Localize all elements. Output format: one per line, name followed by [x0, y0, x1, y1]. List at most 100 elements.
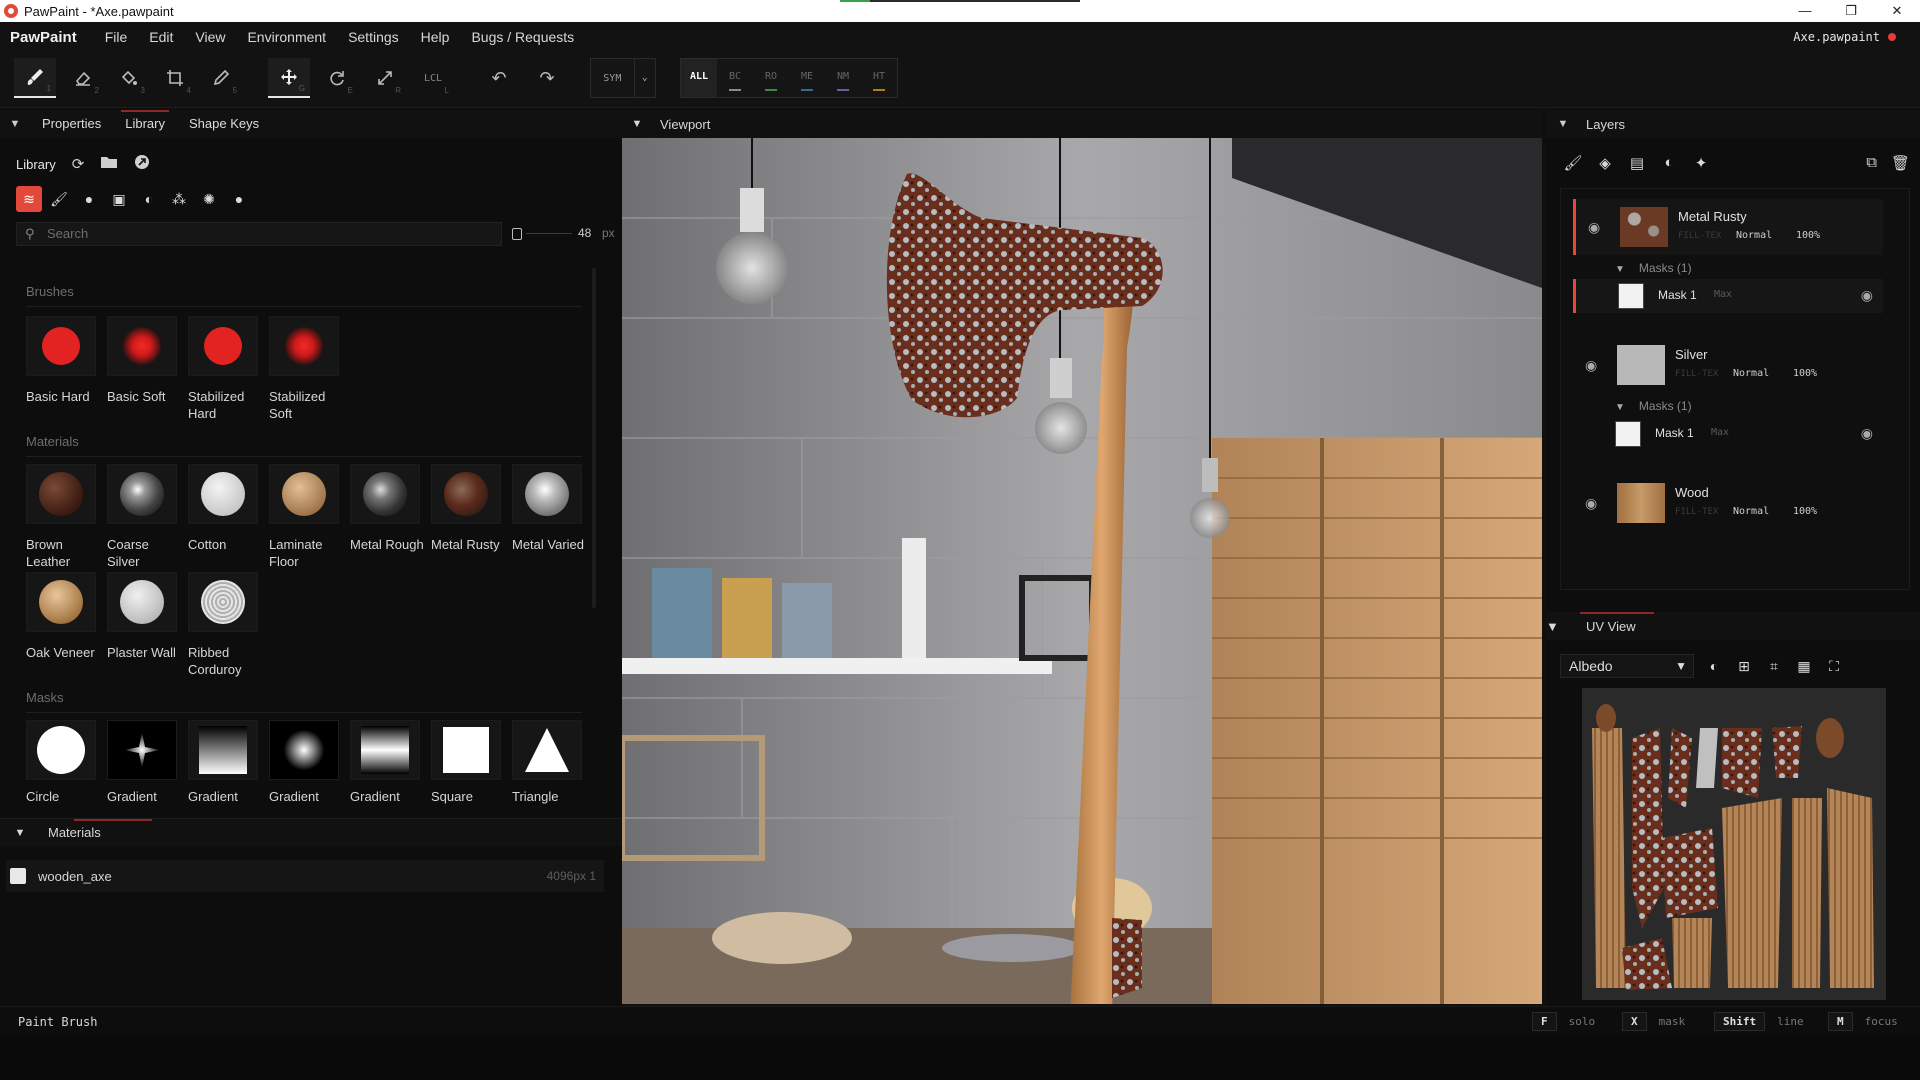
rotate-tool[interactable]: E	[316, 58, 358, 98]
symmetry-dropdown[interactable]: SYM ⌄	[590, 58, 656, 98]
material-metal-rusty[interactable]: Metal Rusty	[431, 464, 507, 553]
brush-basic-hard[interactable]: Basic Hard	[26, 316, 102, 405]
grid-icon[interactable]: ⊞	[1734, 658, 1754, 675]
material-metal-rough[interactable]: Metal Rough	[350, 464, 426, 553]
local-space-toggle[interactable]: LCL L	[412, 58, 454, 98]
menu-bugs-requests[interactable]: Bugs / Requests	[471, 29, 574, 45]
fill-tool[interactable]: 3	[108, 58, 150, 98]
channel-me[interactable]: ME	[789, 59, 825, 97]
menu-edit[interactable]: Edit	[149, 29, 173, 45]
splat-icon[interactable]: ✺	[196, 186, 222, 212]
checker-icon[interactable]: ▦	[1794, 658, 1814, 675]
layer-metal-rusty[interactable]: ◉ Metal Rusty FILL-TEX Normal 100%	[1573, 199, 1883, 255]
menu-settings[interactable]: Settings	[348, 29, 399, 45]
mask-circle[interactable]: Circle	[26, 720, 102, 805]
add-fill-layer-icon[interactable]: ◈	[1594, 154, 1616, 172]
library-scrollbar[interactable]	[592, 268, 596, 608]
channel-bc[interactable]: BC	[717, 59, 753, 97]
material-brown-leather[interactable]: Brown Leather	[26, 464, 102, 570]
material-coarse-silver[interactable]: Coarse Silver	[107, 464, 183, 570]
collapse-icon[interactable]: ▼	[622, 118, 652, 130]
eye-icon[interactable]: ◉	[1588, 219, 1600, 236]
menu-file[interactable]: File	[105, 29, 128, 45]
uv-channel-select[interactable]: Albedo	[1560, 654, 1694, 678]
picker-tool[interactable]: 5	[200, 58, 242, 98]
restore-button[interactable]: ❐	[1828, 0, 1874, 22]
masks-group-2[interactable]: ▼ Masks (1)	[1615, 399, 1692, 413]
layer-silver[interactable]: ◉ Silver FILL-TEX Normal 100%	[1573, 337, 1883, 393]
move-tool[interactable]: G	[268, 58, 310, 98]
tab-shape-keys[interactable]: Shape Keys	[177, 110, 271, 138]
slider-handle[interactable]	[512, 228, 522, 240]
channel-all[interactable]: ALL	[681, 59, 717, 97]
channel-nm[interactable]: NM	[825, 59, 861, 97]
mask-row-2[interactable]: Mask 1 Max ◉	[1573, 417, 1883, 451]
masks-group-1[interactable]: ▼ Masks (1)	[1615, 261, 1692, 275]
eye-icon[interactable]: ◉	[1861, 425, 1873, 442]
redo-button[interactable]: ↷	[526, 58, 568, 98]
collapse-icon[interactable]: ▼	[0, 827, 40, 839]
magic-wand-icon[interactable]: ✦	[1690, 154, 1712, 172]
brush-category-icon[interactable]: 🖌	[46, 186, 72, 212]
eye-icon[interactable]: ◉	[1585, 495, 1597, 512]
contrast-icon[interactable]: ◐	[1704, 658, 1724, 674]
paint-brush-tool[interactable]: 1	[14, 58, 56, 98]
material-oak-veneer[interactable]: Oak Veneer	[26, 572, 102, 661]
viewport-canvas[interactable]	[622, 138, 1542, 1004]
refresh-icon[interactable]: ⟳	[72, 155, 85, 173]
minimize-button[interactable]: —	[1782, 0, 1828, 22]
collapse-icon[interactable]: ▼	[1546, 118, 1580, 130]
library-search-input[interactable]: ⚲ Search	[16, 222, 502, 246]
eye-icon[interactable]: ◉	[1585, 357, 1597, 374]
image-icon[interactable]: ▣	[106, 186, 132, 212]
channel-ro[interactable]: RO	[753, 59, 789, 97]
material-laminate-floor[interactable]: Laminate Floor	[269, 464, 345, 570]
duplicate-icon[interactable]: ⧉	[1866, 154, 1877, 172]
mask-row-1[interactable]: Mask 1 Max ◉	[1573, 279, 1883, 313]
tab-library[interactable]: Library	[113, 110, 177, 138]
material-row[interactable]: wooden_axe 4096px 1	[6, 860, 604, 892]
menu-environment[interactable]: Environment	[247, 29, 326, 45]
export-icon[interactable]	[134, 154, 150, 174]
mask-gradient-radial[interactable]: Gradient	[269, 720, 345, 805]
mask-gradient-linear[interactable]: Gradient	[188, 720, 264, 805]
collapse-icon[interactable]: ▼	[0, 118, 30, 130]
mask-gradient-star[interactable]: Gradient	[107, 720, 183, 805]
menu-view[interactable]: View	[195, 29, 225, 45]
particles-icon[interactable]: ⁂	[166, 186, 192, 212]
material-plaster-wall[interactable]: Plaster Wall	[107, 572, 183, 661]
eye-icon[interactable]: ◉	[1861, 287, 1873, 304]
scale-tool[interactable]: R	[364, 58, 406, 98]
trash-icon[interactable]: 🗑	[1891, 154, 1910, 172]
palette-icon[interactable]: ●	[76, 186, 102, 212]
crop-icon[interactable]: ⌗	[1764, 658, 1784, 675]
channel-ht[interactable]: HT	[861, 59, 897, 97]
add-paint-layer-icon[interactable]: 🖌	[1562, 154, 1584, 172]
mask-square[interactable]: Square	[431, 720, 507, 805]
material-metal-varied[interactable]: Metal Varied	[512, 464, 588, 553]
layer-wood[interactable]: ◉ Wood FILL-TEX Normal 100%	[1573, 475, 1883, 531]
contrast-icon[interactable]: ◐	[136, 186, 162, 212]
mask-triangle[interactable]: Triangle	[512, 720, 588, 805]
material-ribbed-corduroy[interactable]: Ribbed Corduroy	[188, 572, 264, 678]
close-button[interactable]: ✕	[1874, 0, 1920, 22]
material-cotton[interactable]: Cotton	[188, 464, 264, 553]
brush-basic-soft[interactable]: Basic Soft	[107, 316, 183, 405]
menu-help[interactable]: Help	[421, 29, 450, 45]
uv-canvas[interactable]	[1582, 688, 1886, 1000]
fullscreen-icon[interactable]: ⛶	[1824, 658, 1844, 675]
brush-stabilized-hard[interactable]: Stabilized Hard	[188, 316, 264, 422]
crop-tool[interactable]: 4	[154, 58, 196, 98]
tab-properties[interactable]: Properties	[30, 110, 113, 138]
brush-size-slider[interactable]: 48 px	[508, 222, 618, 246]
folder-icon[interactable]	[100, 155, 118, 173]
droplet-icon[interactable]: ●	[226, 186, 252, 212]
all-layers-icon[interactable]: ≋	[16, 186, 42, 212]
eraser-tool[interactable]: 2	[62, 58, 104, 98]
mask-gradient-band[interactable]: Gradient	[350, 720, 426, 805]
adjustment-icon[interactable]: ◐	[1658, 154, 1680, 172]
undo-button[interactable]: ↶	[478, 58, 520, 98]
collapse-icon[interactable]: ▼	[1546, 619, 1580, 634]
add-folder-icon[interactable]: ▤	[1626, 154, 1648, 172]
brush-stabilized-soft[interactable]: Stabilized Soft	[269, 316, 345, 422]
